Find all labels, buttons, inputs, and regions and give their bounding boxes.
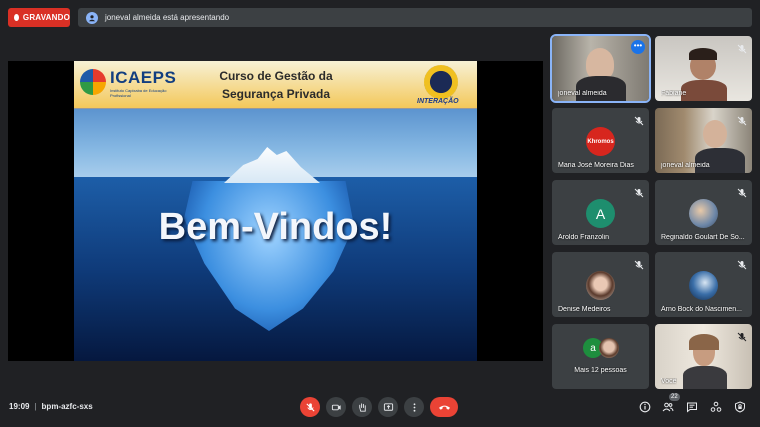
presentation-slide: ICAEPS Instituto Capixaba de Educação Pr… bbox=[74, 61, 477, 361]
presenting-banner: joneval almeida está apresentando bbox=[78, 8, 752, 27]
mic-off-icon bbox=[634, 113, 644, 126]
icaeps-logo-icon bbox=[80, 69, 106, 95]
participant-name: Arno Bock do Nascimen... bbox=[661, 306, 742, 313]
course-title-line2: Segurança Privada bbox=[221, 87, 331, 101]
chat-button[interactable] bbox=[685, 400, 698, 413]
welcome-text: Bem-Vindos! bbox=[158, 206, 393, 248]
recording-badge[interactable]: GRAVANDO bbox=[8, 8, 70, 27]
camera-toggle-button[interactable] bbox=[326, 397, 346, 417]
participant-body bbox=[683, 366, 727, 389]
seal-text: INTERAÇÃO bbox=[417, 98, 459, 105]
presenter-avatar-icon bbox=[86, 11, 98, 24]
mic-off-icon bbox=[737, 113, 747, 126]
participant-photo-avatar bbox=[586, 271, 615, 300]
recording-dot-icon bbox=[14, 14, 19, 21]
participant-tile-maria[interactable]: Khromos Maria José Moreira Dias bbox=[552, 108, 649, 173]
org-name: ICAEPS bbox=[110, 68, 177, 87]
participant-photo-avatar bbox=[689, 271, 718, 300]
shield-lock-icon bbox=[734, 400, 745, 413]
participant-face bbox=[703, 120, 727, 148]
participant-tile-joneval-presenting[interactable]: ••• joneval almeida bbox=[550, 34, 651, 103]
presentation-stage[interactable]: ICAEPS Instituto Capixaba de Educação Pr… bbox=[8, 61, 543, 361]
interacao-seal-icon bbox=[424, 65, 458, 99]
self-view-tile[interactable]: Você bbox=[655, 324, 752, 389]
participant-name: Reginaldo Goulart De So... bbox=[661, 234, 745, 241]
khromos-logo-icon: Khromos bbox=[586, 127, 615, 156]
course-title: Curso de Gestão da Segurança Privada bbox=[196, 67, 356, 103]
participant-name: Denise Medeiros bbox=[558, 306, 611, 313]
participant-photo-avatar bbox=[599, 338, 619, 358]
more-options-icon[interactable]: ••• bbox=[631, 40, 645, 54]
mic-off-icon bbox=[737, 185, 747, 198]
more-participants-tile[interactable]: a Mais 12 pessoas bbox=[552, 324, 649, 389]
participant-name: Você bbox=[661, 378, 677, 385]
participant-initial-avatar: A bbox=[586, 199, 615, 228]
leave-call-button[interactable] bbox=[430, 397, 458, 417]
clock-time: 19:09 bbox=[9, 402, 30, 411]
more-options-button[interactable] bbox=[404, 397, 424, 417]
participant-tile-fabiane[interactable]: Fabiane bbox=[655, 36, 752, 101]
chat-icon bbox=[686, 402, 697, 413]
meet-window: GRAVANDO joneval almeida está apresentan… bbox=[0, 0, 760, 427]
mic-off-icon bbox=[737, 257, 747, 270]
slide-header: ICAEPS Instituto Capixaba de Educação Pr… bbox=[74, 61, 477, 109]
participant-hair bbox=[689, 334, 719, 350]
divider: | bbox=[34, 402, 37, 411]
recording-label: GRAVANDO bbox=[22, 13, 70, 22]
activities-button[interactable] bbox=[709, 400, 722, 413]
mic-off-icon bbox=[634, 257, 644, 270]
participant-photo-avatar bbox=[689, 199, 718, 228]
people-count-badge: 22 bbox=[669, 393, 680, 401]
hangup-icon bbox=[438, 405, 450, 410]
mic-off-icon bbox=[737, 41, 747, 54]
mic-off-icon bbox=[305, 402, 315, 412]
participant-body bbox=[681, 80, 727, 101]
participant-name: Maria José Moreira Dias bbox=[558, 162, 634, 169]
meeting-details-button[interactable] bbox=[638, 400, 651, 413]
hand-icon bbox=[358, 402, 366, 412]
present-screen-button[interactable] bbox=[378, 397, 398, 417]
camera-icon bbox=[331, 404, 341, 410]
people-icon bbox=[662, 402, 673, 411]
participant-body bbox=[695, 148, 745, 173]
org-subtitle: Instituto Capixaba de Educação Profissio… bbox=[110, 88, 167, 98]
meeting-info: 19:09 | bpm-azfc-sxs bbox=[9, 402, 93, 411]
participant-body bbox=[576, 76, 626, 101]
participant-name: Fabiane bbox=[661, 90, 687, 97]
mic-off-icon bbox=[737, 329, 747, 342]
present-icon bbox=[383, 402, 393, 411]
raise-hand-button[interactable] bbox=[352, 397, 372, 417]
host-controls-button[interactable] bbox=[733, 400, 746, 413]
presenting-text: joneval almeida está apresentando bbox=[105, 13, 230, 22]
participant-name: joneval almeida bbox=[558, 90, 607, 97]
participant-tile-denise[interactable]: Denise Medeiros bbox=[552, 252, 649, 317]
people-button[interactable] bbox=[661, 400, 674, 413]
participant-tile-joneval[interactable]: joneval almeida bbox=[655, 108, 752, 173]
meeting-code[interactable]: bpm-azfc-sxs bbox=[42, 402, 93, 411]
mic-toggle-button[interactable] bbox=[300, 397, 320, 417]
activities-icon bbox=[710, 401, 721, 412]
more-participants-label: Mais 12 pessoas bbox=[574, 367, 627, 374]
participant-name: Aroldo Franzolin bbox=[558, 234, 609, 241]
participant-tile-arno[interactable]: Arno Bock do Nascimen... bbox=[655, 252, 752, 317]
info-icon bbox=[639, 401, 650, 412]
participant-tile-aroldo[interactable]: A Aroldo Franzolin bbox=[552, 180, 649, 245]
mic-off-icon bbox=[634, 185, 644, 198]
participant-tile-reginaldo[interactable]: Reginaldo Goulart De So... bbox=[655, 180, 752, 245]
participant-name: joneval almeida bbox=[661, 162, 710, 169]
participant-hair bbox=[689, 48, 717, 60]
course-title-line1: Curso de Gestão da bbox=[219, 69, 333, 83]
more-vert-icon bbox=[413, 402, 415, 412]
